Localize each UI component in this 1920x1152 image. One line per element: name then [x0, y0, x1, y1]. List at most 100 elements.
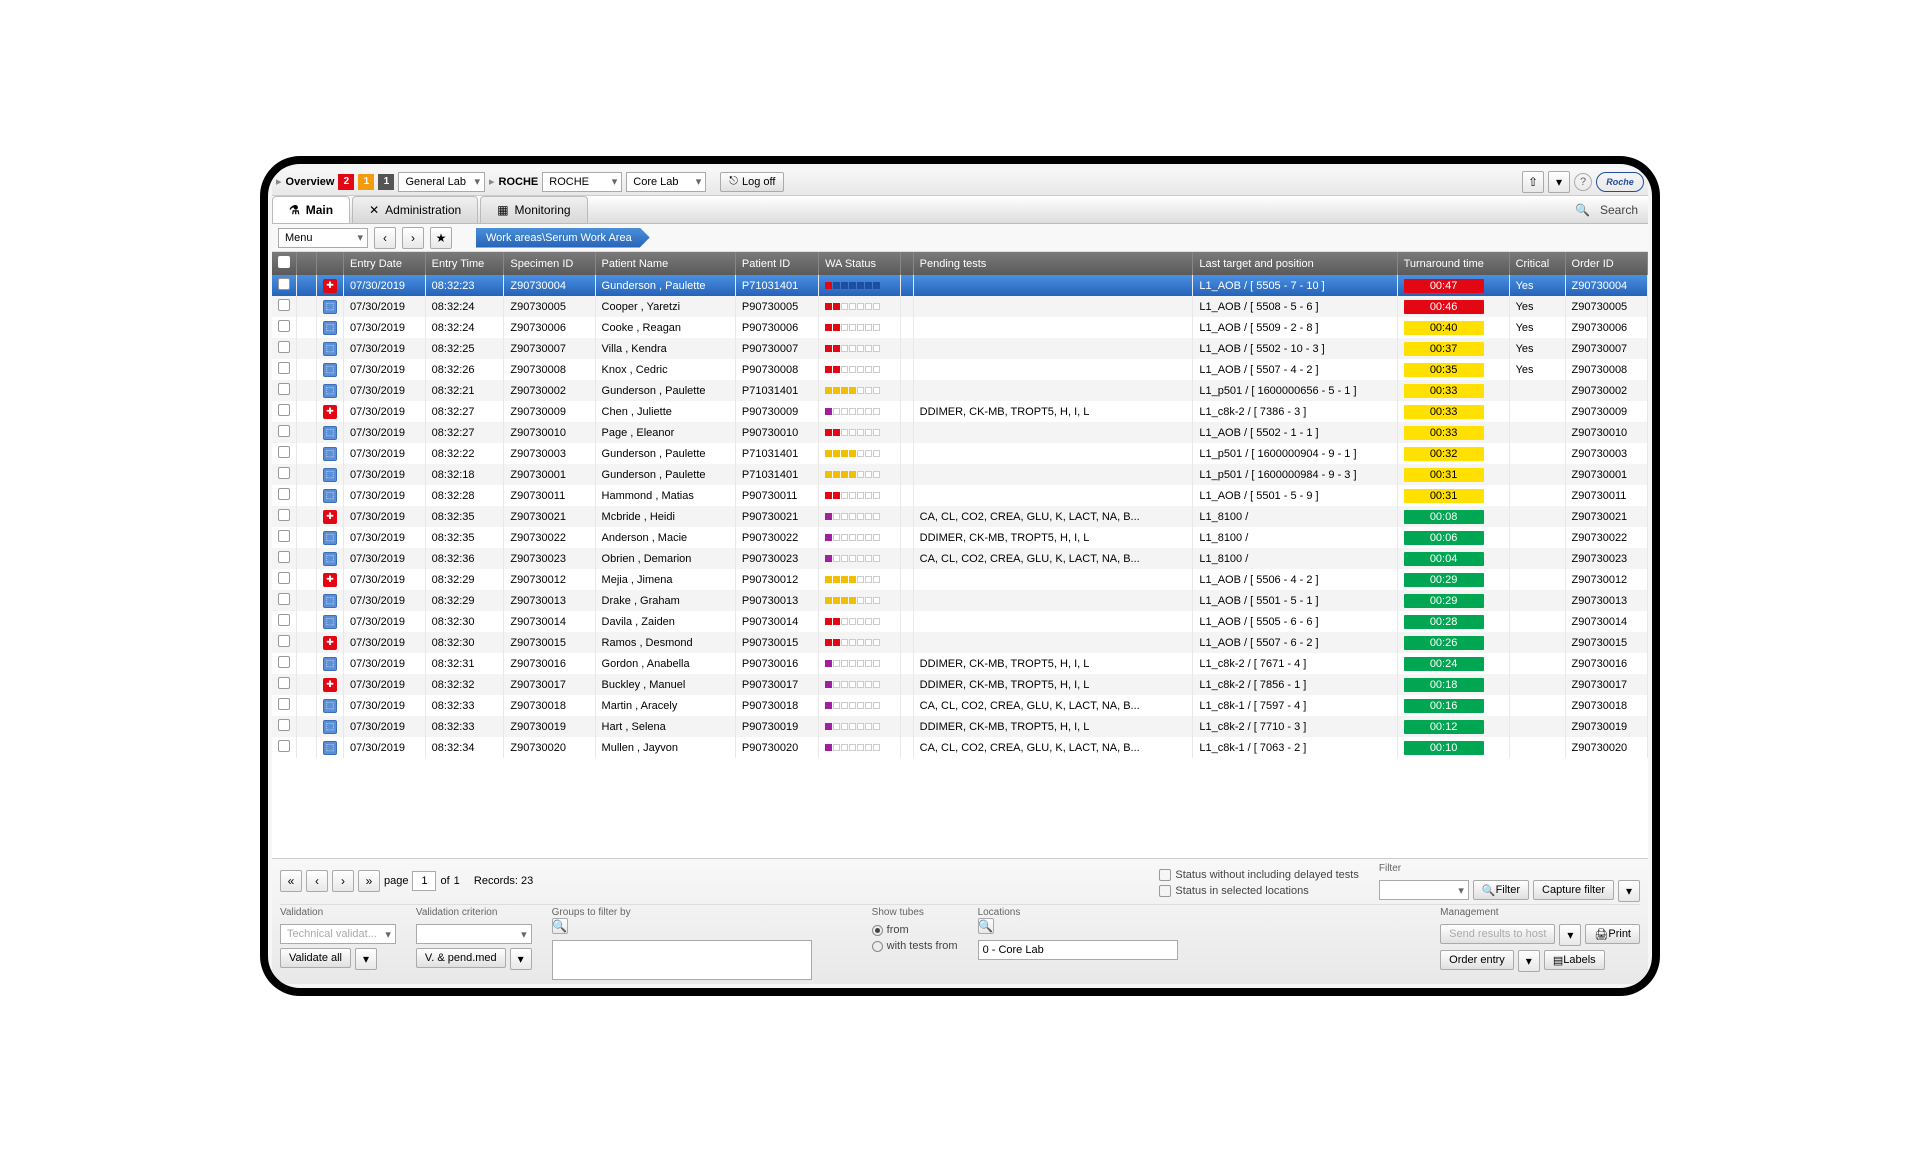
col-wa-status[interactable]: WA Status	[819, 252, 901, 275]
col-critical[interactable]: Critical	[1509, 252, 1565, 275]
row-checkbox[interactable]	[278, 530, 290, 542]
capture-filter-dropdown[interactable]: ▾	[1618, 880, 1640, 902]
col-last-target[interactable]: Last target and position	[1193, 252, 1397, 275]
row-checkbox[interactable]	[278, 509, 290, 521]
breadcrumb[interactable]: Work areas\Serum Work Area	[476, 228, 650, 248]
table-row[interactable]: ⬚07/30/201908:32:22Z90730003Gunderson , …	[272, 443, 1648, 464]
table-row[interactable]: ⬚07/30/201908:32:33Z90730018Martin , Ara…	[272, 695, 1648, 716]
status-delayed-checkbox[interactable]: Status without including delayed tests	[1159, 869, 1358, 881]
col-pending-tests[interactable]: Pending tests	[913, 252, 1193, 275]
favorite-button[interactable]: ★	[430, 227, 452, 249]
table-row[interactable]: ✚07/30/201908:32:35Z90730021Mcbride , He…	[272, 506, 1648, 527]
roche-select[interactable]: ROCHE	[542, 172, 622, 192]
tab-administration[interactable]: ✕Administration	[352, 196, 478, 223]
v-pend-med-button[interactable]: V. & pend.med	[416, 948, 506, 968]
row-checkbox[interactable]	[278, 383, 290, 395]
row-checkbox[interactable]	[278, 572, 290, 584]
row-checkbox[interactable]	[278, 635, 290, 647]
pager-next[interactable]: ›	[332, 870, 354, 892]
validation-criterion-select[interactable]	[416, 924, 532, 944]
table-row[interactable]: ⬚07/30/201908:32:25Z90730007Villa , Kend…	[272, 338, 1648, 359]
row-checkbox[interactable]	[278, 467, 290, 479]
search-area[interactable]: 🔍 Search	[1565, 197, 1648, 223]
table-row[interactable]: ⬚07/30/201908:32:29Z90730013Drake , Grah…	[272, 590, 1648, 611]
table-row[interactable]: ⬚07/30/201908:32:34Z90730020Mullen , Jay…	[272, 737, 1648, 758]
table-row[interactable]: ✚07/30/201908:32:29Z90730012Mejia , Jime…	[272, 569, 1648, 590]
col-order-id[interactable]: Order ID	[1565, 252, 1647, 275]
menu-select[interactable]: Menu	[278, 228, 368, 248]
page-input[interactable]	[412, 871, 436, 891]
dropdown-icon[interactable]: ▾	[1548, 171, 1570, 193]
row-checkbox[interactable]	[278, 341, 290, 353]
col-checkbox[interactable]	[272, 252, 297, 275]
lab-select[interactable]: General Lab	[398, 172, 485, 192]
row-checkbox[interactable]	[278, 677, 290, 689]
row-checkbox[interactable]	[278, 299, 290, 311]
table-row[interactable]: ⬚07/30/201908:32:21Z90730002Gunderson , …	[272, 380, 1648, 401]
row-checkbox[interactable]	[278, 362, 290, 374]
row-checkbox[interactable]	[278, 404, 290, 416]
logoff-button[interactable]: ⎋ Log off	[720, 172, 784, 192]
from-radio[interactable]: from	[872, 924, 958, 936]
table-row[interactable]: ✚07/30/201908:32:27Z90730009Chen , Julie…	[272, 401, 1648, 422]
validate-all-button[interactable]: Validate all	[280, 948, 351, 968]
row-checkbox[interactable]	[278, 593, 290, 605]
table-row[interactable]: ✚07/30/201908:32:23Z90730004Gunderson , …	[272, 275, 1648, 296]
col-entry-date[interactable]: Entry Date	[344, 252, 426, 275]
row-checkbox[interactable]	[278, 425, 290, 437]
row-checkbox[interactable]	[278, 698, 290, 710]
groups-search-icon[interactable]: 🔍	[552, 918, 568, 934]
row-checkbox[interactable]	[278, 446, 290, 458]
row-checkbox[interactable]	[278, 278, 290, 290]
row-checkbox[interactable]	[278, 320, 290, 332]
row-checkbox[interactable]	[278, 740, 290, 752]
table-row[interactable]: ⬚07/30/201908:32:36Z90730023Obrien , Dem…	[272, 548, 1648, 569]
col-flag[interactable]	[297, 252, 317, 275]
table-row[interactable]: ⬚07/30/201908:32:24Z90730005Cooper , Yar…	[272, 296, 1648, 317]
col-turnaround[interactable]: Turnaround time	[1397, 252, 1509, 275]
row-checkbox[interactable]	[278, 551, 290, 563]
alert-badge-gray[interactable]: 1	[378, 174, 394, 190]
table-row[interactable]: ✚07/30/201908:32:32Z90730017Buckley , Ma…	[272, 674, 1648, 695]
help-icon[interactable]: ?	[1574, 173, 1592, 191]
table-row[interactable]: ⬚07/30/201908:32:35Z90730022Anderson , M…	[272, 527, 1648, 548]
locations-input[interactable]	[978, 940, 1178, 960]
tab-monitoring[interactable]: ▦Monitoring	[480, 196, 587, 223]
order-entry-button[interactable]: Order entry	[1440, 950, 1514, 970]
locations-search-icon[interactable]: 🔍	[978, 918, 994, 934]
tech-validation-select[interactable]: Technical validat...	[280, 924, 396, 944]
labels-button[interactable]: ▤ Labels	[1544, 950, 1605, 970]
filter-button[interactable]: 🔍 Filter	[1473, 880, 1529, 900]
send-results-button[interactable]: Send results to host	[1440, 924, 1555, 944]
row-checkbox[interactable]	[278, 488, 290, 500]
table-row[interactable]: ⬚07/30/201908:32:24Z90730006Cooke , Reag…	[272, 317, 1648, 338]
table-row[interactable]: ⬚07/30/201908:32:28Z90730011Hammond , Ma…	[272, 485, 1648, 506]
col-type[interactable]	[317, 252, 344, 275]
table-row[interactable]: ✚07/30/201908:32:30Z90730015Ramos , Desm…	[272, 632, 1648, 653]
table-row[interactable]: ⬚07/30/201908:32:27Z90730010Page , Elean…	[272, 422, 1648, 443]
status-locations-checkbox[interactable]: Status in selected locations	[1159, 885, 1358, 897]
row-checkbox[interactable]	[278, 719, 290, 731]
corelab-select[interactable]: Core Lab	[626, 172, 706, 192]
nav-prev-button[interactable]: ‹	[374, 227, 396, 249]
with-tests-radio[interactable]: with tests from	[872, 940, 958, 952]
groups-textarea[interactable]	[552, 940, 812, 980]
alert-badge-orange[interactable]: 1	[358, 174, 374, 190]
col-entry-time[interactable]: Entry Time	[425, 252, 504, 275]
export-icon[interactable]: ⇧	[1522, 171, 1544, 193]
row-checkbox[interactable]	[278, 614, 290, 626]
pager-prev[interactable]: ‹	[306, 870, 328, 892]
table-row[interactable]: ⬚07/30/201908:32:26Z90730008Knox , Cedri…	[272, 359, 1648, 380]
nav-next-button[interactable]: ›	[402, 227, 424, 249]
alert-badge-red[interactable]: 2	[338, 174, 354, 190]
col-patient-name[interactable]: Patient Name	[595, 252, 735, 275]
table-row[interactable]: ⬚07/30/201908:32:31Z90730016Gordon , Ana…	[272, 653, 1648, 674]
capture-filter-button[interactable]: Capture filter	[1533, 880, 1614, 900]
filter-select[interactable]	[1379, 880, 1469, 900]
col-patient-id[interactable]: Patient ID	[735, 252, 818, 275]
row-checkbox[interactable]	[278, 656, 290, 668]
print-button[interactable]: 🖨 Print	[1585, 924, 1640, 944]
tab-main[interactable]: ⚗Main	[272, 196, 350, 223]
table-row[interactable]: ⬚07/30/201908:32:30Z90730014Davila , Zai…	[272, 611, 1648, 632]
pager-last[interactable]: »	[358, 870, 380, 892]
